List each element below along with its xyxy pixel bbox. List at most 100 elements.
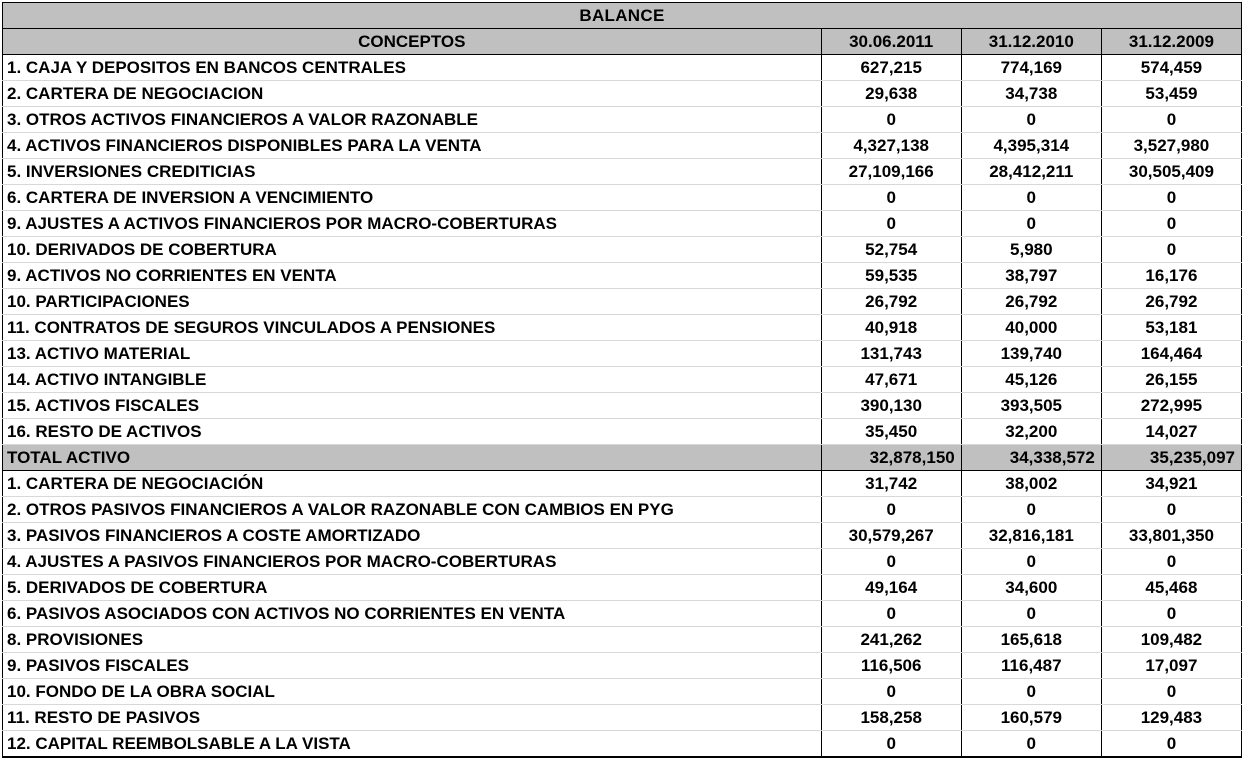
row-value-2: 45,126: [961, 366, 1102, 393]
row-concept: 6. PASIVOS ASOCIADOS CON ACTIVOS NO CORR…: [2, 600, 822, 627]
row-concept: 1. CAJA Y DEPOSITOS EN BANCOS CENTRALES: [2, 54, 822, 81]
row-concept: 10. FONDO DE LA OBRA SOCIAL: [2, 678, 822, 705]
row-value-2: 34,738: [961, 80, 1102, 107]
row-concept: 14. ACTIVO INTANGIBLE: [2, 366, 822, 393]
row-value-3: 0: [1101, 548, 1243, 575]
row-value-2: 34,338,572: [961, 444, 1102, 471]
row-value-3: 45,468: [1101, 574, 1243, 601]
row-concept: 2. OTROS PASIVOS FINANCIEROS A VALOR RAZ…: [2, 496, 822, 523]
row-concept: 9. ACTIVOS NO CORRIENTES EN VENTA: [2, 262, 822, 289]
column-header-date-3: 31.12.2009: [1100, 28, 1243, 55]
row-concept: 6. CARTERA DE INVERSION A VENCIMIENTO: [2, 184, 822, 211]
row-value-2: 32,816,181: [961, 522, 1102, 549]
row-value-1: 30,579,267: [821, 522, 962, 549]
row-value-3: 129,483: [1101, 704, 1243, 731]
row-value-2: 34,600: [961, 574, 1102, 601]
row-value-2: 0: [961, 184, 1102, 211]
table-row: 10. DERIVADOS DE COBERTURA 52,754 5,980 0: [2, 236, 1243, 263]
row-concept: TOTAL ACTIVO: [2, 444, 822, 471]
row-concept: 9. PASIVOS FISCALES: [2, 652, 822, 679]
row-value-1: 0: [821, 600, 962, 627]
table-row: 9. ACTIVOS NO CORRIENTES EN VENTA 59,535 3…: [2, 262, 1243, 289]
table-row: 10. FONDO DE LA OBRA SOCIAL 0 0 0: [2, 678, 1243, 705]
table-row: 4. AJUSTES A PASIVOS FINANCIEROS POR MAC…: [2, 548, 1243, 575]
table-row: 9. PASIVOS FISCALES 116,506 116,487 17,097: [2, 652, 1243, 679]
table-row: 4. ACTIVOS FINANCIEROS DISPONIBLES PARA …: [2, 132, 1243, 159]
row-value-1: 40,918: [821, 314, 962, 341]
row-value-3: 14,027: [1101, 418, 1243, 445]
row-value-2: 38,002: [961, 470, 1102, 497]
column-header-concept: CONCEPTOS: [2, 28, 822, 55]
row-value-2: 116,487: [961, 652, 1102, 679]
row-value-3: 0: [1101, 678, 1243, 705]
row-value-3: 0: [1101, 184, 1243, 211]
table-row: 3. PASIVOS FINANCIEROS A COSTE AMORTIZAD…: [2, 522, 1243, 549]
table-row: 2. CARTERA DE NEGOCIACION 29,638 34,738 53,…: [2, 80, 1243, 107]
table-row: 5. INVERSIONES CREDITICIAS 27,109,166 28,4…: [2, 158, 1243, 185]
table-row: 15. ACTIVOS FISCALES 390,130 393,505 272,99…: [2, 392, 1243, 419]
row-value-3: 34,921: [1101, 470, 1243, 497]
table-body: 1. CAJA Y DEPOSITOS EN BANCOS CENTRALES 6…: [2, 54, 1243, 758]
row-value-1: 0: [821, 496, 962, 523]
row-value-2: 40,000: [961, 314, 1102, 341]
table-row: 10. PARTICIPACIONES 26,792 26,792 26,792: [2, 288, 1243, 315]
row-concept: 8. PROVISIONES: [2, 626, 822, 653]
total-row: TOTAL ACTIVO 32,878,150 34,338,572 35,235,0…: [2, 444, 1243, 471]
row-concept: 10. PARTICIPACIONES: [2, 288, 822, 315]
row-value-2: 5,980: [961, 236, 1102, 263]
table-row: 1. CAJA Y DEPOSITOS EN BANCOS CENTRALES 6…: [2, 54, 1243, 81]
row-value-2: 165,618: [961, 626, 1102, 653]
row-concept: 13. ACTIVO MATERIAL: [2, 340, 822, 367]
row-value-3: 53,459: [1101, 80, 1243, 107]
row-value-1: 0: [821, 210, 962, 237]
row-value-2: 774,169: [961, 54, 1102, 81]
row-value-3: 0: [1101, 600, 1243, 627]
row-value-3: 16,176: [1101, 262, 1243, 289]
row-concept: 4. AJUSTES A PASIVOS FINANCIEROS POR MAC…: [2, 548, 822, 575]
row-value-3: 0: [1101, 106, 1243, 133]
row-concept: 5. INVERSIONES CREDITICIAS: [2, 158, 822, 185]
row-value-2: 28,412,211: [961, 158, 1102, 185]
table-row: 12. CAPITAL REEMBOLSABLE A LA VISTA 0 0 0: [2, 730, 1243, 758]
row-value-1: 241,262: [821, 626, 962, 653]
table-row: 13. ACTIVO MATERIAL 131,743 139,740 164,464: [2, 340, 1243, 367]
row-concept: 11. CONTRATOS DE SEGUROS VINCULADOS A PE…: [2, 314, 822, 341]
table-title: BALANCE: [2, 2, 1242, 29]
row-value-1: 0: [821, 730, 962, 758]
row-value-2: 32,200: [961, 418, 1102, 445]
row-concept: 9. AJUSTES A ACTIVOS FINANCIEROS POR MAC…: [2, 210, 822, 237]
row-value-1: 0: [821, 106, 962, 133]
row-value-1: 59,535: [821, 262, 962, 289]
row-value-3: 53,181: [1101, 314, 1243, 341]
column-header-date-1: 30.06.2011: [820, 28, 962, 55]
table-row: 3. OTROS ACTIVOS FINANCIEROS A VALOR RAZ…: [2, 106, 1243, 133]
row-concept: 11. RESTO DE PASIVOS: [2, 704, 822, 731]
row-value-1: 27,109,166: [821, 158, 962, 185]
row-value-2: 4,395,314: [961, 132, 1102, 159]
row-value-1: 390,130: [821, 392, 962, 419]
row-value-3: 109,482: [1101, 626, 1243, 653]
row-value-1: 0: [821, 184, 962, 211]
row-value-3: 0: [1101, 236, 1243, 263]
row-value-1: 32,878,150: [821, 444, 962, 471]
table-row: 11. RESTO DE PASIVOS 158,258 160,579 129,48…: [2, 704, 1243, 731]
table-row: 9. AJUSTES A ACTIVOS FINANCIEROS POR MAC…: [2, 210, 1243, 237]
table-row: 1. CARTERA DE NEGOCIACIÓN 31,742 38,002 34,…: [2, 470, 1243, 497]
row-value-2: 38,797: [961, 262, 1102, 289]
row-value-2: 160,579: [961, 704, 1102, 731]
row-concept: 12. CAPITAL REEMBOLSABLE A LA VISTA: [2, 730, 822, 758]
row-concept: 15. ACTIVOS FISCALES: [2, 392, 822, 419]
row-value-2: 393,505: [961, 392, 1102, 419]
row-concept: 3. OTROS ACTIVOS FINANCIEROS A VALOR RAZ…: [2, 106, 822, 133]
table-row: 2. OTROS PASIVOS FINANCIEROS A VALOR RAZ…: [2, 496, 1243, 523]
row-value-1: 158,258: [821, 704, 962, 731]
header-row: CONCEPTOS 30.06.2011 31.12.2010 31.12.20…: [2, 28, 1243, 55]
row-value-1: 0: [821, 548, 962, 575]
row-value-2: 26,792: [961, 288, 1102, 315]
row-value-3: 0: [1101, 730, 1243, 758]
row-value-1: 627,215: [821, 54, 962, 81]
row-value-1: 35,450: [821, 418, 962, 445]
table-row: 14. ACTIVO INTANGIBLE 47,671 45,126 26,155: [2, 366, 1243, 393]
row-concept: 1. CARTERA DE NEGOCIACIÓN: [2, 470, 822, 497]
row-value-3: 3,527,980: [1101, 132, 1243, 159]
